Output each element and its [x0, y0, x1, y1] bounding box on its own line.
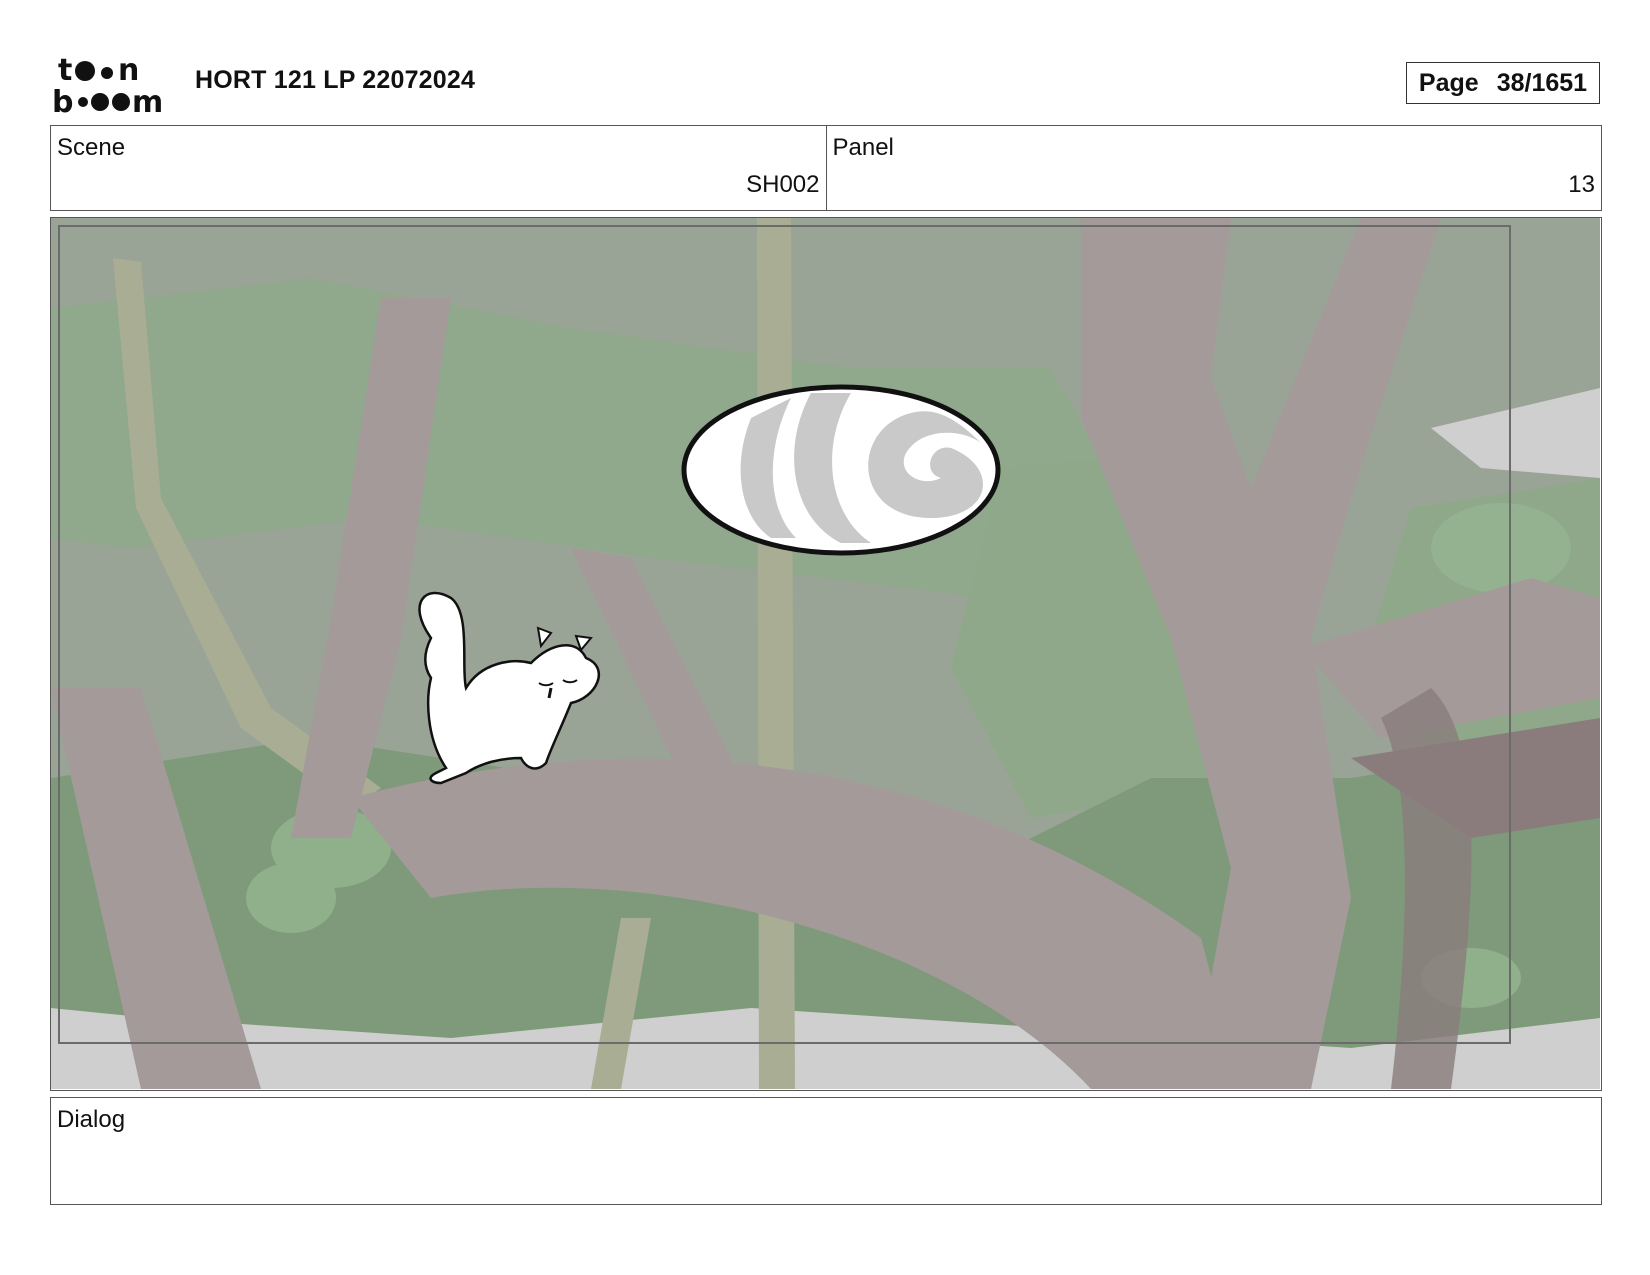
storyboard-panel-image [50, 217, 1602, 1091]
toon-boom-logo: t n b m [52, 52, 172, 118]
scene-value: SH002 [746, 171, 820, 198]
dialog-box: Dialog [50, 1097, 1602, 1205]
swirl-portal [681, 384, 1001, 556]
project-title: HORT 121 LP 22072024 [195, 66, 476, 94]
svg-text:n: n [118, 53, 139, 88]
scene-panel-info: Scene SH002 Panel 13 [50, 125, 1602, 211]
dialog-label: Dialog [57, 1106, 126, 1133]
svg-text:t: t [58, 53, 72, 88]
scene-cell: Scene SH002 [51, 126, 826, 210]
svg-text:b: b [52, 85, 73, 118]
panel-label: Panel [832, 134, 894, 161]
panel-cell: Panel 13 [825, 126, 1602, 210]
svg-text:m: m [132, 85, 163, 118]
page-label: Page [1418, 68, 1479, 97]
page-number: 38/1651 [1496, 68, 1588, 97]
scene-label: Scene [57, 134, 126, 161]
page-indicator: Page 38/1651 [1406, 62, 1600, 104]
panel-value: 13 [1568, 171, 1595, 198]
